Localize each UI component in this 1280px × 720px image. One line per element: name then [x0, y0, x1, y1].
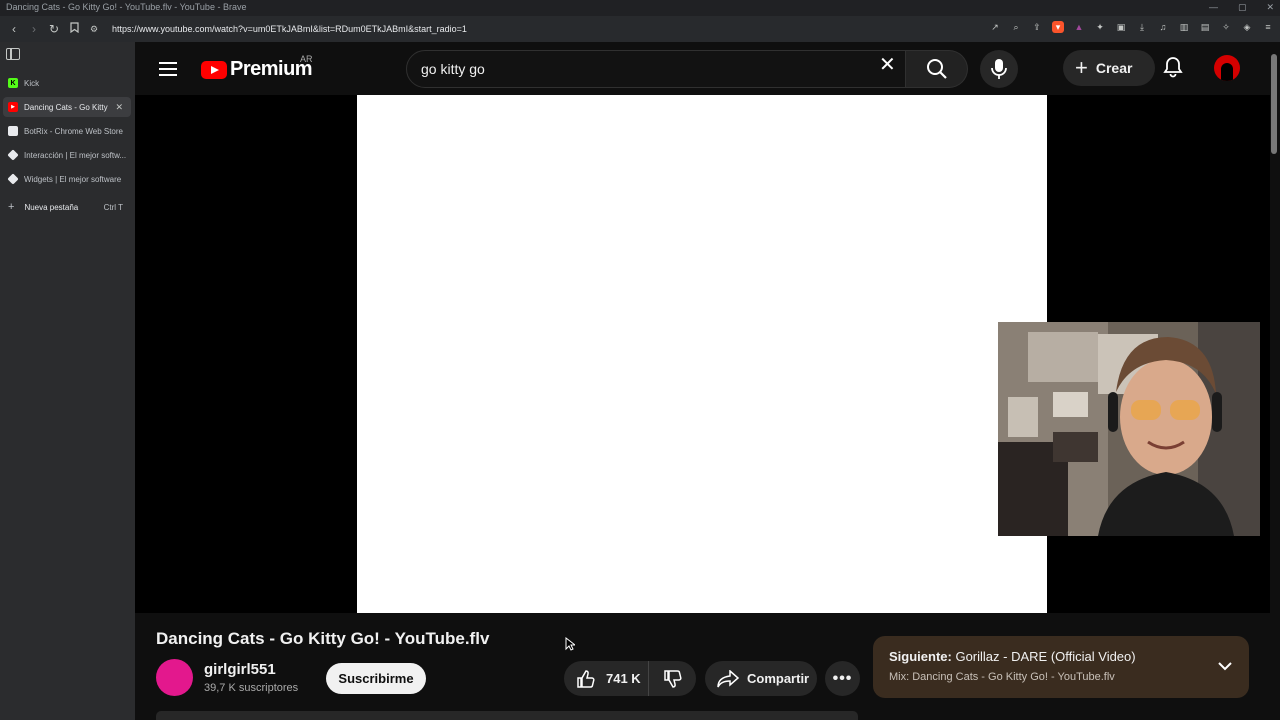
chrome-web-store-icon: [8, 126, 18, 136]
country-code: AR: [300, 54, 313, 64]
menu-icon[interactable]: ≡: [1262, 21, 1274, 33]
minimize-icon[interactable]: —: [1209, 0, 1218, 15]
up-next-title: Siguiente: Gorillaz - DARE (Official Vid…: [889, 649, 1136, 664]
chevron-down-icon[interactable]: [1217, 658, 1233, 676]
tab-label: Dancing Cats - Go Kitty: [24, 102, 108, 112]
youtube-premium-logo[interactable]: Premium: [201, 58, 313, 81]
hamburger-menu-icon[interactable]: [159, 62, 177, 76]
url-field[interactable]: https://www.youtube.com/watch?v=um0ETkJA…: [112, 24, 467, 34]
youtube-play-icon: [201, 60, 227, 79]
zoom-icon[interactable]: ⌕: [1010, 21, 1022, 33]
youtube-icon: ▶: [8, 102, 18, 112]
mouse-cursor-icon: [565, 636, 577, 656]
window-title-bar: Dancing Cats - Go Kitty Go! - YouTube.fl…: [0, 0, 1280, 16]
sidebar-icon[interactable]: ▥: [1178, 21, 1190, 33]
user-avatar[interactable]: [1214, 55, 1240, 81]
tab-label: Widgets | El mejor software: [24, 174, 122, 184]
site-settings-icon[interactable]: ⚙: [84, 24, 104, 35]
more-actions-icon[interactable]: •••: [825, 661, 860, 696]
maximize-icon[interactable]: ▢: [1238, 0, 1247, 15]
tab-kick[interactable]: K Kick: [3, 73, 131, 93]
search-input[interactable]: go kitty go: [406, 50, 906, 88]
new-tab-label: Nueva pestaña: [24, 202, 79, 212]
tab-widgets[interactable]: Widgets | El mejor software: [3, 169, 131, 189]
reload-icon[interactable]: ↻: [44, 22, 64, 36]
youtube-page: Premium AR go kitty go ✕ + Crear Dancing…: [135, 42, 1280, 720]
share-button[interactable]: Compartir: [705, 661, 817, 696]
vertical-tabs-sidebar: K Kick ▶ Dancing Cats - Go Kitty ✕ BotRi…: [0, 42, 135, 720]
leo-ai-icon[interactable]: ✧: [1220, 21, 1232, 33]
close-window-icon[interactable]: ✕: [1266, 0, 1274, 15]
back-icon[interactable]: ‹: [4, 22, 24, 36]
channel-name[interactable]: girlgirl551: [204, 661, 276, 678]
create-button[interactable]: + Crear: [1063, 50, 1155, 86]
tab-interaccion[interactable]: Interacción | El mejor softw...: [3, 145, 131, 165]
tab-youtube[interactable]: ▶ Dancing Cats - Go Kitty ✕: [3, 97, 131, 117]
window-title: Dancing Cats - Go Kitty Go! - YouTube.fl…: [6, 2, 247, 12]
search-icon: [926, 59, 947, 79]
like-dislike-group: 741 K: [564, 661, 696, 696]
microphone-icon: [991, 59, 1007, 79]
toolbar-icons: ↗ ⌕ ⇪ ▾ ▲ ✦ ▣ ⤓ ♫ ▥ ▤ ✧ ◈ ≡: [989, 21, 1274, 33]
dislike-button[interactable]: [649, 661, 696, 696]
tab-label: Kick: [24, 78, 40, 88]
sidebar-toggle-icon[interactable]: [6, 48, 20, 60]
up-next-mix: Mix: Dancing Cats - Go Kitty Go! - YouTu…: [889, 671, 1115, 683]
download-icon[interactable]: ⤓: [1136, 21, 1148, 33]
description-box-edge[interactable]: [156, 711, 858, 720]
diamond-icon: [7, 149, 19, 161]
vpn-icon[interactable]: ◈: [1241, 21, 1253, 33]
diamond-icon: [7, 173, 19, 185]
create-label: Crear: [1095, 60, 1133, 76]
search-button[interactable]: [906, 50, 968, 88]
channel-avatar[interactable]: [156, 659, 193, 696]
address-toolbar: ‹ › ↻ ⚙ https://www.youtube.com/watch?v=…: [0, 16, 1280, 42]
tab-botrix[interactable]: BotRix - Chrome Web Store: [3, 121, 131, 141]
subscriber-count: 39,7 K suscriptores: [204, 682, 299, 694]
share-page-icon[interactable]: ⇪: [1031, 21, 1043, 33]
up-next-panel[interactable]: Siguiente: Gorillaz - DARE (Official Vid…: [873, 636, 1249, 698]
tab-label: BotRix - Chrome Web Store: [24, 126, 123, 136]
close-tab-icon[interactable]: ✕: [115, 102, 123, 113]
page-scrollbar[interactable]: [1271, 54, 1277, 154]
new-tab-shortcut: Ctrl T: [103, 202, 123, 212]
video-player[interactable]: [135, 95, 1270, 613]
up-next-prefix: Siguiente:: [889, 649, 952, 664]
webcam-overlay: [998, 322, 1260, 536]
voice-search-button[interactable]: [980, 50, 1018, 88]
thumbs-down-icon: [663, 669, 682, 688]
share-label: Compartir: [747, 671, 810, 686]
new-tab-button[interactable]: + Nueva pestaña Ctrl T: [3, 197, 131, 217]
plus-icon: +: [8, 201, 15, 213]
thumbs-up-icon: [577, 669, 595, 688]
up-next-video: Gorillaz - DARE (Official Video): [955, 649, 1136, 664]
forward-icon[interactable]: ›: [24, 22, 44, 36]
open-external-icon[interactable]: ↗: [989, 21, 1001, 33]
share-icon: [717, 669, 739, 687]
notifications-bell-icon[interactable]: [1163, 56, 1183, 83]
like-count: 741 K: [606, 671, 641, 686]
search-query: go kitty go: [421, 61, 485, 77]
brave-shields-icon[interactable]: ▾: [1052, 21, 1064, 33]
clear-search-icon[interactable]: ✕: [879, 55, 896, 75]
window-controls: — ▢ ✕: [1209, 0, 1274, 15]
reading-list-icon[interactable]: ▤: [1199, 21, 1211, 33]
wallet-icon[interactable]: ▣: [1115, 21, 1127, 33]
like-button[interactable]: 741 K: [564, 661, 649, 696]
tab-label: Interacción | El mejor softw...: [24, 150, 127, 160]
brave-rewards-icon[interactable]: ▲: [1073, 21, 1085, 33]
video-frame[interactable]: [357, 95, 1047, 613]
media-icon[interactable]: ♫: [1157, 21, 1169, 33]
kick-icon: K: [8, 78, 18, 88]
subscribe-button[interactable]: Suscribirme: [326, 663, 426, 694]
extensions-icon[interactable]: ✦: [1094, 21, 1106, 33]
plus-icon: +: [1075, 55, 1088, 80]
bookmark-icon[interactable]: [64, 22, 84, 36]
video-title: Dancing Cats - Go Kitty Go! - YouTube.fl…: [156, 629, 490, 648]
